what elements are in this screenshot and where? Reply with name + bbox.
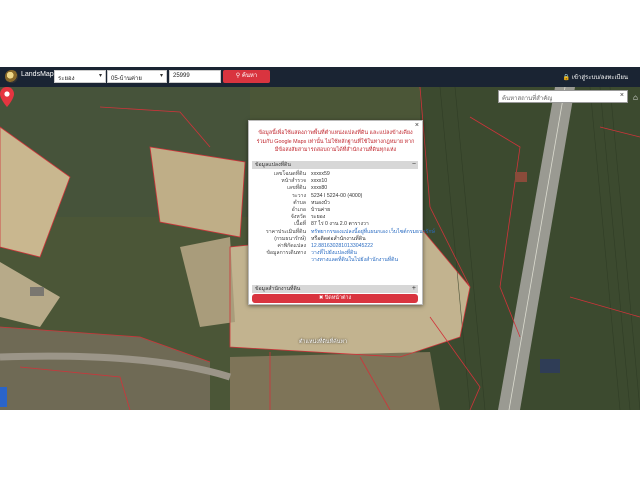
table-row: ระวาง 5234 I 5224-00 (4000) [292, 192, 363, 199]
lock-icon: 🔒 [562, 75, 571, 81]
search-button-label: ค้นหา [241, 73, 258, 79]
pin-label: ตำแหน่งที่ดินที่ค้นหา [299, 339, 348, 345]
table-row: ราคาประเมินที่ดิน ทรัพยากรของแปลงนี้อยู่ท… [265, 228, 435, 235]
section-land-title: ข้อมูลแปลงที่ดิน [255, 162, 291, 168]
province-select[interactable]: ระยอง ▾ [54, 70, 106, 83]
app-title: LandsMaps [21, 71, 58, 78]
coordinate-link[interactable]: 12.8816302810133045222 [311, 243, 373, 250]
table-row: เนื้อที่ 87 ไร่ 0 งาน 2.0 ตารางวา [294, 221, 369, 228]
district-select-value: 05-บ้านค่าย [111, 76, 142, 82]
treasury-link[interactable]: ทรัพยากรของแปลงนี้อยู่ที่แผนกเอง เว็บไซต… [311, 229, 435, 236]
map-view[interactable]: ค้นหาสถานที่สำคัญ × ⌂ ตำแหน่งที่ดินที่ค้… [0, 87, 640, 410]
parcel-number-input[interactable]: 25999 [169, 70, 221, 83]
map-pin-icon[interactable] [0, 87, 14, 107]
table-row: เลขโฉนดที่ดิน xxxxx59 [273, 171, 330, 177]
table-row: อำเภอ บ้านค่าย [291, 206, 331, 213]
place-search-input[interactable]: ค้นหาสถานที่สำคัญ × [498, 90, 628, 103]
search-icon: ⚲ [235, 73, 241, 79]
close-popup-button[interactable]: ✖ ปิดหน้าต่าง [252, 294, 418, 303]
route-to-office-link[interactable]: วางทางแลดที่ดินในไปยังสำนักงานที่ดิน [311, 257, 398, 264]
table-row: (กรมธนารักษ์) หรือติดต่อสำนักงานที่ดิน [274, 235, 366, 242]
side-panel-toggle[interactable] [0, 387, 7, 407]
top-toolbar: LandsMaps ระยอง ▾ 05-บ้านค่าย ▾ 25999 ⚲ … [0, 67, 640, 87]
section-office-title: ข้อมูลสำนักงานที่ดิน [255, 286, 301, 292]
home-icon[interactable]: ⌂ [633, 93, 638, 102]
close-icon[interactable]: × [415, 122, 419, 129]
chevron-down-icon: ▾ [98, 73, 102, 79]
table-row: ตำบล หนองบัว [293, 199, 330, 206]
chevron-down-icon: ▾ [159, 73, 163, 79]
login-link-label: เข้าสู่ระบบ/ลงทะเบียน [571, 75, 628, 81]
province-select-value: ระยอง [58, 76, 75, 82]
section-office-header[interactable]: ข้อมูลสำนักงานที่ดิน + [252, 285, 418, 293]
table-row: ค่าพิกัดแปลง 12.8816302810133045222 [277, 242, 374, 250]
search-button[interactable]: ⚲ ค้นหา [223, 70, 270, 83]
table-row: เลขที่ดิน xxxx80 [287, 185, 328, 192]
district-select[interactable]: 05-บ้านค่าย ▾ [107, 70, 167, 83]
place-search-placeholder: ค้นหาสถานที่สำคัญ [502, 96, 553, 102]
land-info-table: เลขโฉนดที่ดิน xxxxx59 หน้าสำรวจ xxxx10 เลข… [252, 171, 435, 264]
section-land-header[interactable]: ข้อมูลแปลงที่ดิน − [252, 161, 418, 169]
parcel-info-popup: × ข้อมูลนี้เพื่อใช้แสดงภาพพื้นที่ตำแหน่ง… [248, 120, 435, 305]
disclaimer-text: ข้อมูลนี้เพื่อใช้แสดงภาพพื้นที่ตำแหน่งแป… [256, 130, 415, 153]
parcel-number-value: 25999 [173, 73, 190, 79]
table-row: วางทางแลดที่ดินในไปยังสำนักงานที่ดิน [252, 257, 418, 264]
clear-icon[interactable]: × [620, 92, 624, 99]
collapse-icon[interactable]: − [412, 161, 416, 169]
login-link[interactable]: 🔒 เข้าสู่ระบบ/ลงทะเบียน [563, 72, 628, 82]
expand-icon[interactable]: + [412, 285, 416, 293]
logo-icon [5, 70, 18, 83]
table-row: หน้าสำรวจ xxxx10 [281, 178, 328, 185]
